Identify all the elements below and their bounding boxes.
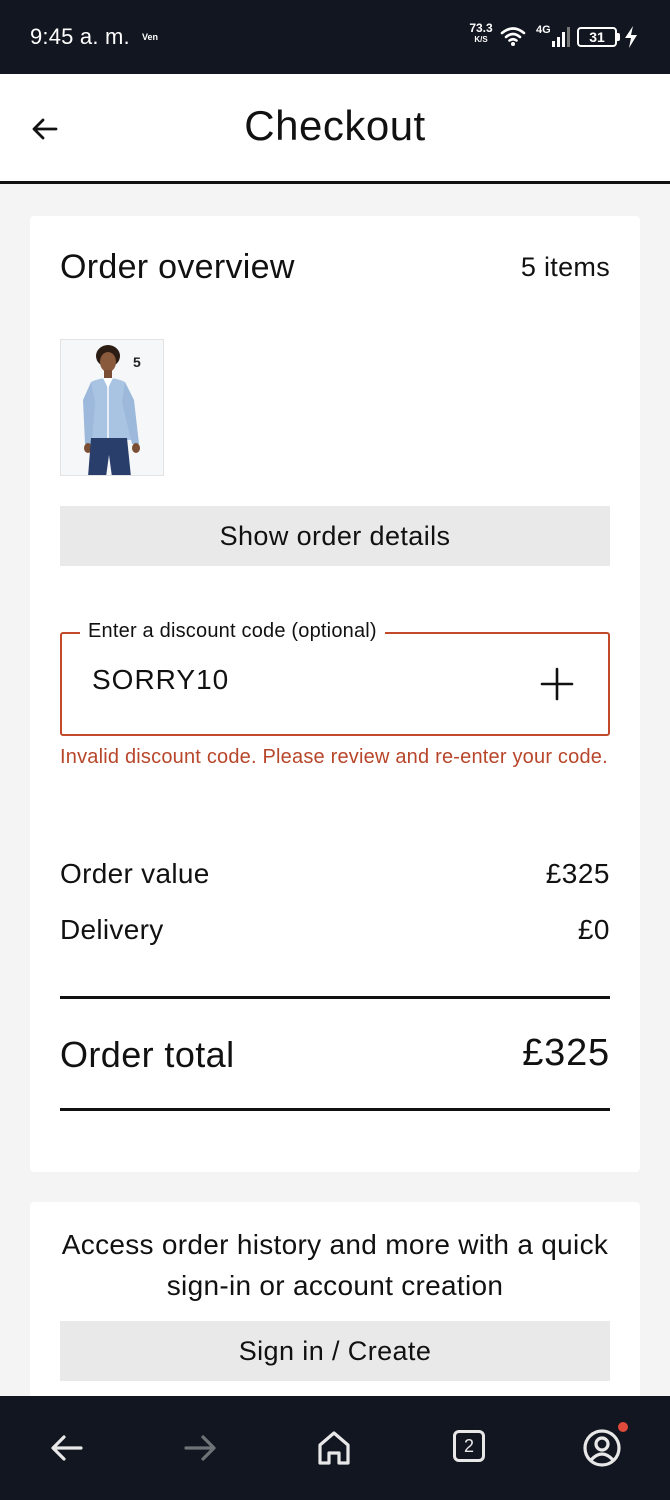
discount-code-input[interactable] [92, 664, 512, 696]
home-icon[interactable] [312, 1426, 356, 1470]
order-total-label: Order total [60, 1034, 235, 1075]
network-speed-unit: K/S [474, 35, 488, 44]
notification-dot [618, 1422, 628, 1432]
browser-bottom-nav: 2 [0, 1396, 670, 1500]
product-thumbnail[interactable]: 5 [60, 339, 164, 476]
network-speed: 73.3 K/S [467, 21, 495, 45]
delivery-label: Delivery [60, 914, 164, 945]
status-carrier: Ven [142, 32, 159, 42]
battery-tip [617, 33, 620, 41]
signin-card: Access order history and more with a qui… [30, 1202, 640, 1398]
signin-create-button[interactable]: Sign in / Create [60, 1321, 610, 1381]
delivery-amount: £0 [577, 914, 610, 945]
network-speed-value: 73.3 [469, 21, 493, 35]
product-image [61, 340, 163, 475]
status-time: 9:45 a. m. [30, 24, 130, 49]
status-bar: 9:45 a. m. Ven 73.3 K/S 4G 31 [0, 0, 670, 74]
plus-icon[interactable] [540, 667, 574, 701]
product-quantity-badge: 5 [133, 354, 141, 370]
discount-code-label: Enter a discount code (optional) [80, 620, 385, 643]
network-type: 4G [536, 24, 551, 36]
order-value-amount: £325 [545, 858, 610, 889]
order-value-label: Order value [60, 858, 210, 889]
battery-icon: 31 [577, 27, 617, 47]
back-arrow-icon[interactable] [45, 1426, 89, 1470]
order-overview-card: Order overview 5 items 5 Show order deta… [30, 216, 640, 1172]
total-divider-top [60, 996, 610, 999]
total-divider-bottom [60, 1108, 610, 1111]
signin-prompt: Access order history and more with a qui… [61, 1229, 609, 1301]
forward-arrow-icon[interactable] [178, 1426, 222, 1470]
app-header: Checkout [0, 74, 670, 184]
show-order-details-button[interactable]: Show order details [60, 506, 610, 566]
item-count: 5 items [520, 252, 610, 282]
order-overview-title: Order overview [60, 248, 295, 286]
page-title: Checkout [244, 102, 426, 149]
discount-code-field[interactable]: Enter a discount code (optional) [60, 620, 610, 736]
account-icon[interactable] [580, 1426, 624, 1470]
discount-error-message: Invalid discount code. Please review and… [60, 746, 608, 768]
order-total-amount: £325 [522, 1032, 610, 1074]
tabs-icon[interactable]: 2 [447, 1426, 491, 1470]
signal-icon [552, 27, 570, 47]
wifi-icon [500, 27, 526, 46]
charging-icon [625, 26, 637, 48]
tab-count: 2 [453, 1430, 485, 1462]
